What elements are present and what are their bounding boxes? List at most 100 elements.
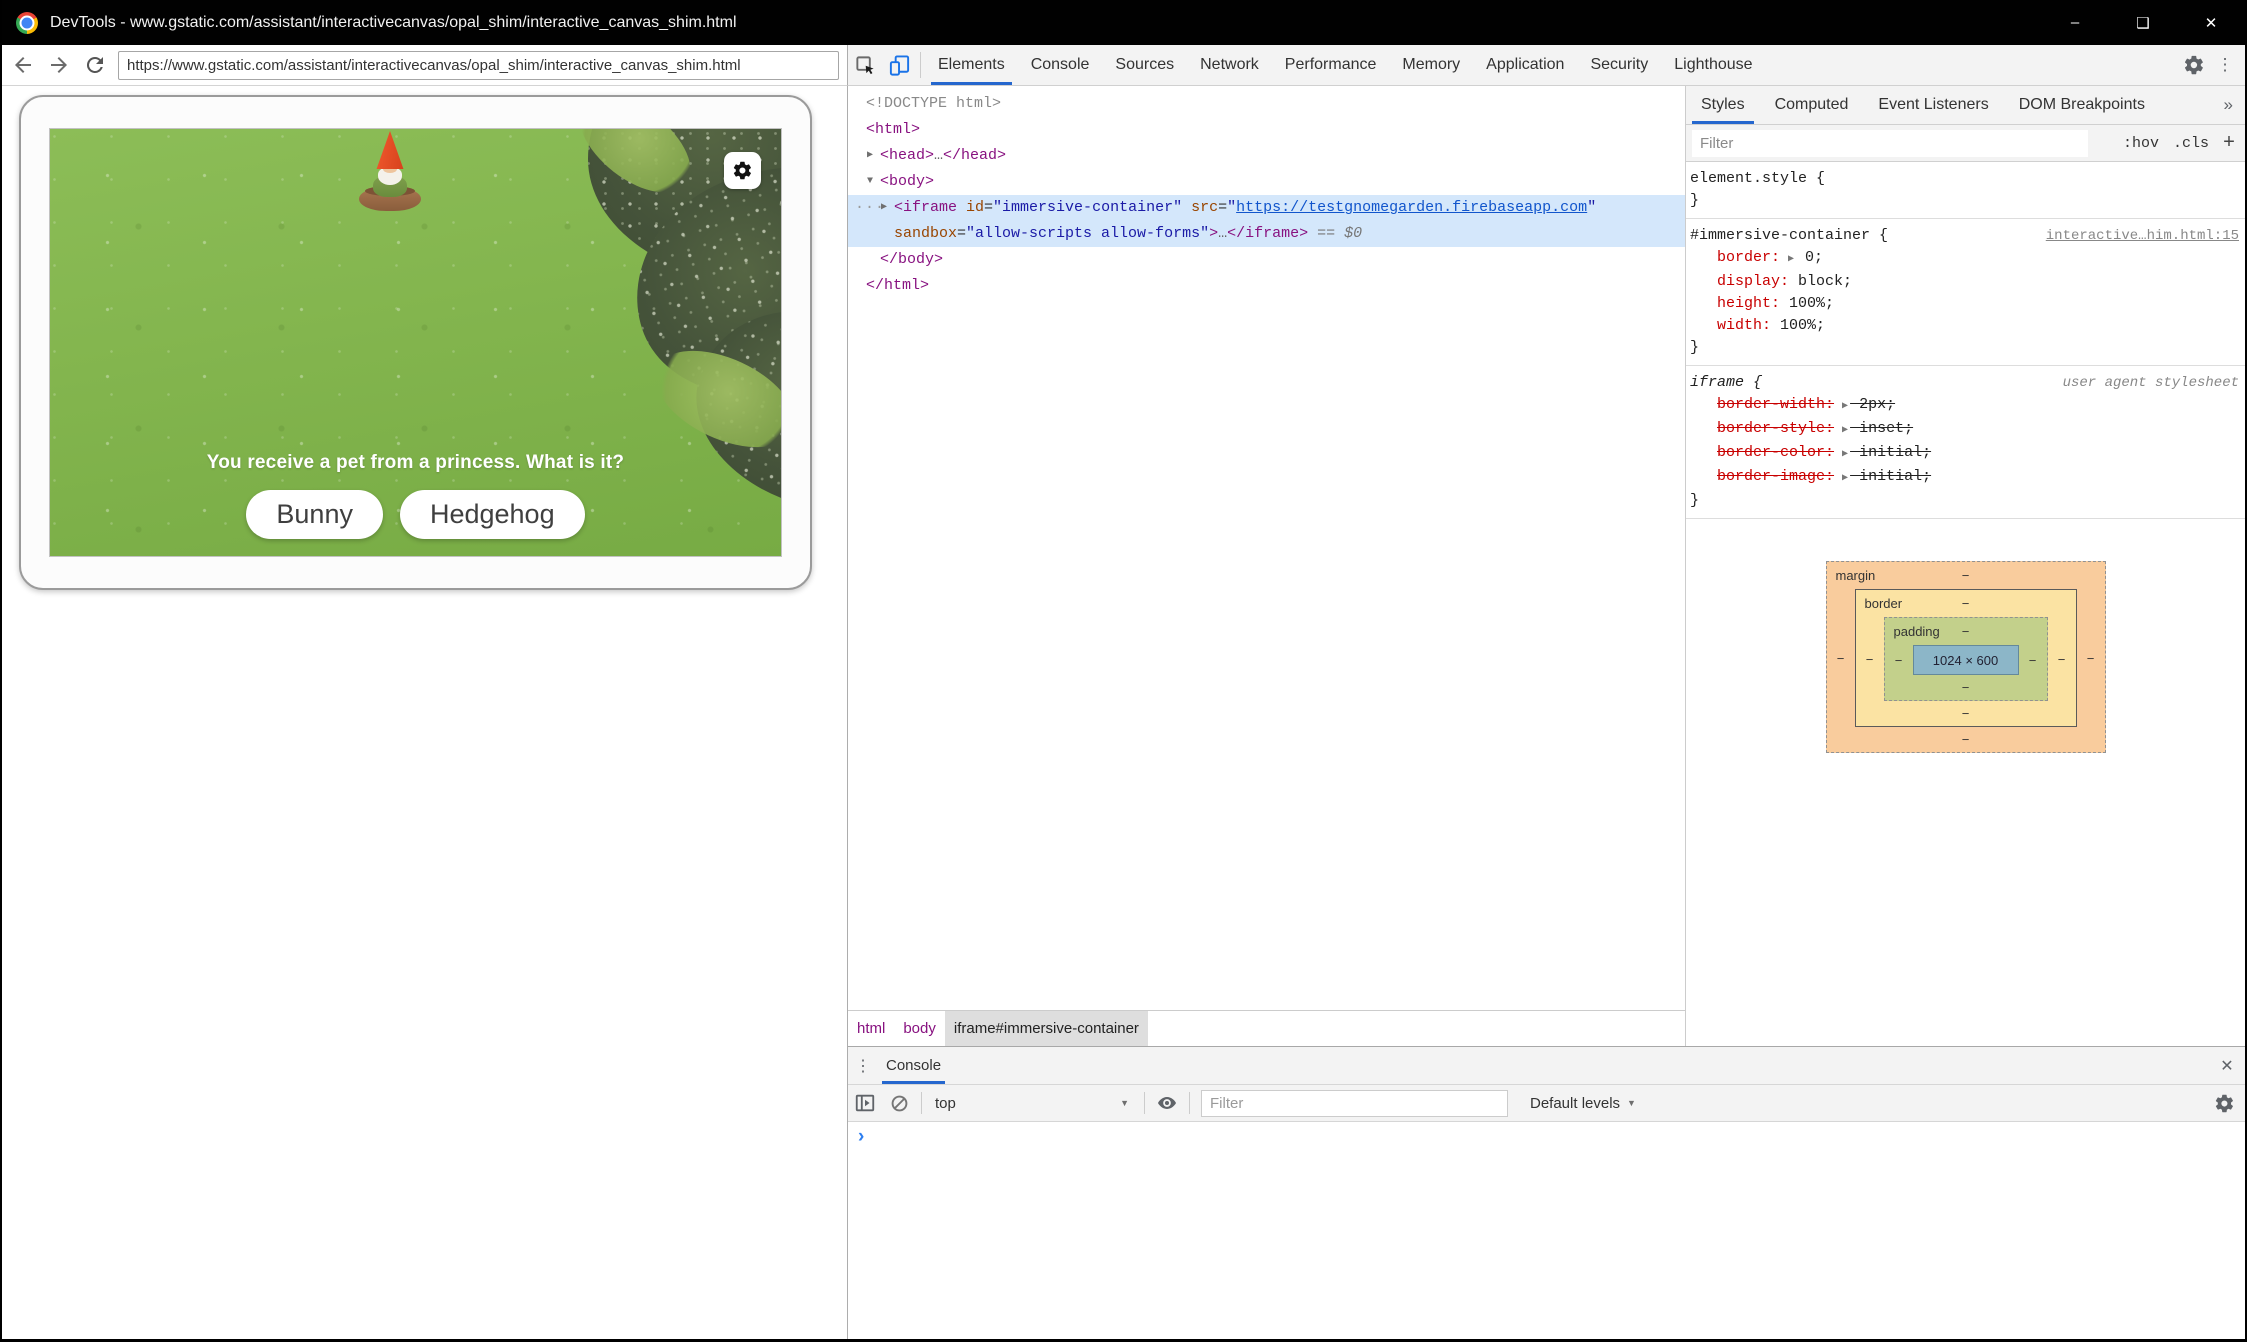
box-model-diagram: margin− − border− − padding− xyxy=(1686,561,2245,753)
new-style-rule-button[interactable]: + xyxy=(2223,132,2239,155)
dom-tree-node[interactable]: <html> xyxy=(848,117,1685,143)
box-model-padding[interactable]: padding− − 1024 × 600 − − xyxy=(1884,617,2048,701)
gear-icon xyxy=(732,160,753,181)
devtools-tab-console[interactable]: Console xyxy=(1018,45,1103,85)
dom-tree: <!DOCTYPE html><html>▶<head>…</head>▼<bo… xyxy=(848,86,1685,1010)
console-settings-gear-icon[interactable] xyxy=(2214,1093,2245,1114)
chrome-logo-icon xyxy=(16,12,38,34)
more-tabs-icon[interactable]: » xyxy=(2212,86,2245,124)
drawer-close-icon[interactable]: ✕ xyxy=(2209,1056,2245,1076)
devtools-tab-elements[interactable]: Elements xyxy=(925,45,1018,85)
console-context-select[interactable]: top ▼ xyxy=(927,1095,1139,1112)
css-rule[interactable]: iframe {user agent stylesheetborder-widt… xyxy=(1686,366,2245,519)
close-button[interactable]: ✕ xyxy=(2177,0,2245,45)
toolbar-row: https://www.gstatic.com/assistant/intera… xyxy=(2,45,2245,86)
forward-button[interactable] xyxy=(44,50,74,80)
toggle-hover-state-button[interactable]: :hov xyxy=(2123,135,2159,152)
devtools-tab-lighthouse[interactable]: Lighthouse xyxy=(1661,45,1765,85)
console-levels-select[interactable]: Default levels ▼ xyxy=(1530,1095,1636,1112)
minimize-button[interactable]: – xyxy=(2041,0,2109,45)
expand-arrow-icon: ▶ xyxy=(1834,449,1850,460)
console-sidebar-toggle-icon[interactable] xyxy=(848,1092,882,1114)
console-input-area[interactable]: › xyxy=(848,1122,2245,1339)
rule-source-link: user agent stylesheet xyxy=(2055,372,2239,394)
device-toolbar-icon[interactable] xyxy=(882,45,916,85)
rule-selector: #immersive-container { xyxy=(1690,225,1888,247)
dom-tree-node[interactable]: </html> xyxy=(848,273,1685,299)
css-property[interactable]: display: block; xyxy=(1690,271,2239,293)
gnome-hat xyxy=(376,131,404,169)
css-property[interactable]: border-image: ▶ initial; xyxy=(1690,466,2239,490)
toggle-class-button[interactable]: .cls xyxy=(2173,135,2209,152)
expand-arrow-icon[interactable]: ▶ xyxy=(867,143,873,169)
css-property[interactable]: border-width: ▶ 2px; xyxy=(1690,394,2239,418)
breadcrumb-item[interactable]: body xyxy=(894,1011,945,1046)
drawer-menu-kebab-icon[interactable]: ⋮ xyxy=(848,1056,878,1076)
css-property[interactable]: width: 100%; xyxy=(1690,315,2239,337)
console-toolbar: top ▼ Default levels ▼ xyxy=(848,1084,2245,1122)
choice-button-hedgehog[interactable]: Hedgehog xyxy=(400,490,585,539)
breadcrumb-item[interactable]: iframe#immersive-container xyxy=(945,1011,1148,1046)
css-rule[interactable]: element.style { } xyxy=(1686,162,2245,219)
breadcrumb-item[interactable]: html xyxy=(848,1011,894,1046)
gnome-character xyxy=(350,131,430,211)
dropdown-caret-icon: ▼ xyxy=(1120,1098,1129,1108)
dom-tree-node[interactable]: </body> xyxy=(848,247,1685,273)
game-screen: You receive a pet from a princess. What … xyxy=(49,128,782,557)
game-settings-button[interactable] xyxy=(724,152,761,189)
css-property[interactable]: height: 100%; xyxy=(1690,293,2239,315)
devtools-tab-memory[interactable]: Memory xyxy=(1389,45,1473,85)
styles-sidebar: StylesComputedEvent ListenersDOM Breakpo… xyxy=(1686,86,2245,1046)
back-button[interactable] xyxy=(8,50,38,80)
sidebar-tab-dom-breakpoints[interactable]: DOM Breakpoints xyxy=(2004,86,2160,124)
window-title: DevTools - www.gstatic.com/assistant/int… xyxy=(50,14,737,32)
title-bar: DevTools - www.gstatic.com/assistant/int… xyxy=(2,0,2245,45)
css-property[interactable]: border: ▶ 0; xyxy=(1690,247,2239,271)
expand-arrow-icon[interactable]: ▼ xyxy=(867,169,873,195)
console-prompt-chevron: › xyxy=(848,1122,2245,1146)
maximize-button[interactable]: ❑ xyxy=(2109,0,2177,45)
reload-button[interactable] xyxy=(80,50,110,80)
device-frame: You receive a pet from a princess. What … xyxy=(19,95,812,590)
dom-tree-node[interactable]: ▼<body> xyxy=(848,169,1685,195)
console-filter-input[interactable] xyxy=(1201,1090,1508,1117)
styles-tabs: StylesComputedEvent ListenersDOM Breakpo… xyxy=(1686,86,2245,125)
dom-tree-node[interactable]: ▶<head>…</head> xyxy=(848,143,1685,169)
sidebar-tab-event-listeners[interactable]: Event Listeners xyxy=(1863,86,2003,124)
rule-selector: element.style { xyxy=(1690,168,1834,190)
devtools-tab-sources[interactable]: Sources xyxy=(1102,45,1187,85)
styles-filter-input[interactable] xyxy=(1692,130,2088,157)
live-expression-eye-icon[interactable] xyxy=(1150,1092,1184,1114)
dom-tree-node[interactable]: ···▶<iframe id="immersive-container" src… xyxy=(848,195,1685,221)
url-input[interactable]: https://www.gstatic.com/assistant/intera… xyxy=(118,51,839,80)
box-model-margin[interactable]: margin− − border− − padding− xyxy=(1826,561,2106,753)
console-tabbar: ⋮ Console ✕ xyxy=(848,1047,2245,1084)
devtools-tab-application[interactable]: Application xyxy=(1473,45,1577,85)
styles-filter-row: :hov .cls + xyxy=(1686,125,2245,162)
choice-button-bunny[interactable]: Bunny xyxy=(246,490,383,539)
devtools-tab-security[interactable]: Security xyxy=(1577,45,1661,85)
devtools-tabbar: ElementsConsoleSourcesNetworkPerformance… xyxy=(848,45,2245,86)
dom-tree-node[interactable]: <!DOCTYPE html> xyxy=(848,91,1685,117)
sidebar-tab-styles[interactable]: Styles xyxy=(1686,86,1760,124)
expand-arrow-icon: ▶ xyxy=(1780,254,1796,265)
sidebar-tab-computed[interactable]: Computed xyxy=(1760,86,1864,124)
devtools-tab-performance[interactable]: Performance xyxy=(1272,45,1390,85)
css-property[interactable]: border-style: ▶ inset; xyxy=(1690,418,2239,442)
rule-source-link[interactable]: interactive…him.html:15 xyxy=(2038,225,2239,247)
dropdown-caret-icon: ▼ xyxy=(1627,1098,1636,1108)
devtools-panel: <!DOCTYPE html><html>▶<head>…</head>▼<bo… xyxy=(848,86,2245,1339)
console-tab[interactable]: Console xyxy=(882,1047,945,1084)
dom-tree-node[interactable]: sandbox="allow-scripts allow-forms">…</i… xyxy=(848,221,1685,247)
box-model-border[interactable]: border− − padding− − 1024 × 600 xyxy=(1855,589,2077,727)
clear-console-icon[interactable] xyxy=(882,1093,916,1114)
devtools-tab-network[interactable]: Network xyxy=(1187,45,1272,85)
expand-arrow-icon: ▶ xyxy=(1834,473,1850,484)
box-model-content[interactable]: 1024 × 600 xyxy=(1913,645,2019,675)
devtools-menu-kebab-icon[interactable]: ⋮ xyxy=(2211,55,2239,75)
css-property[interactable]: border-color: ▶ initial; xyxy=(1690,442,2239,466)
inspect-element-icon[interactable] xyxy=(848,45,882,85)
expand-arrow-icon[interactable]: ▶ xyxy=(881,195,887,221)
css-rule[interactable]: #immersive-container { interactive…him.ht… xyxy=(1686,219,2245,366)
devtools-settings-gear-icon[interactable] xyxy=(2177,54,2211,76)
